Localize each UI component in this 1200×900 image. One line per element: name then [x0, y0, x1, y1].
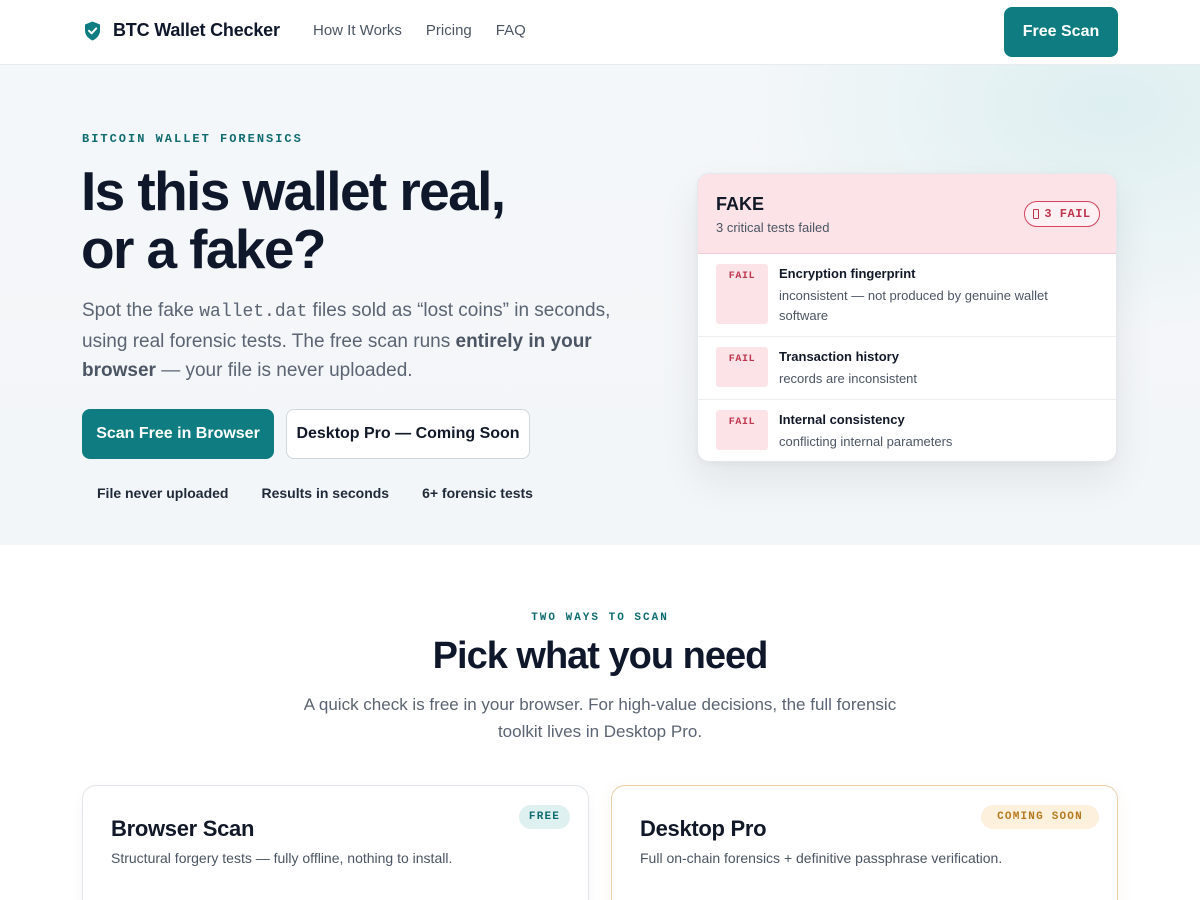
- section-title: Pick what you need: [432, 635, 769, 677]
- hero-subtitle: Spot the fake wallet.dat files sold as “…: [82, 296, 642, 385]
- plan-card-desktop-pro[interactable]: Desktop Pro Full on-chain forensics + de…: [611, 785, 1118, 900]
- feature-item: Results in seconds: [261, 485, 390, 501]
- plan-name: Desktop Pro: [640, 816, 767, 841]
- hero-eyebrow: BITCOIN WALLET FORENSICS: [82, 132, 303, 146]
- scan-result-card: FAKE 3 critical tests failed 3 FAIL FAIL…: [697, 173, 1117, 462]
- feature-list: File never uploaded Results in seconds 6…: [97, 485, 533, 501]
- free-scan-button[interactable]: Free Scan: [1004, 7, 1118, 57]
- test-row: FAIL Encryption fingerprint inconsistent…: [698, 254, 1116, 337]
- coming-soon-badge: COMING SOON: [981, 805, 1099, 829]
- test-description: inconsistent — not produced by genuine w…: [779, 288, 1048, 323]
- fail-tag: FAIL: [716, 410, 768, 450]
- section-subtitle: A quick check is free in your browser. F…: [303, 695, 897, 741]
- section-eyebrow: TWO WAYS TO SCAN: [531, 612, 669, 624]
- hero-sub-text-1: Spot the fake: [82, 300, 200, 321]
- brand-name: BTC Wallet Checker: [113, 20, 280, 40]
- test-title: Internal consistency: [779, 412, 905, 427]
- plan-name: Browser Scan: [111, 816, 255, 841]
- fail-tag: FAIL: [716, 264, 768, 324]
- feature-item: File never uploaded: [97, 485, 229, 501]
- plan-description: Full on-chain forensics + definitive pas…: [640, 850, 1003, 866]
- feature-item: 6+ forensic tests: [422, 485, 533, 501]
- desktop-pro-button[interactable]: Desktop Pro — Coming Soon: [286, 409, 530, 459]
- test-row: FAIL Internal consistency conflicting in…: [698, 400, 1116, 461]
- test-description: conflicting internal parameters: [779, 434, 953, 449]
- hero-title-line-2: or a fake?: [81, 218, 326, 280]
- verdict-label: FAKE: [716, 194, 765, 214]
- nav-link-how-it-works[interactable]: How It Works: [313, 22, 402, 39]
- hero-sub-text-3: — your file is never uploaded.: [155, 360, 413, 381]
- hero-title: Is this wallet real, or a fake?: [81, 162, 641, 278]
- top-nav: BTC Wallet Checker How It Works Pricing …: [0, 0, 1200, 65]
- wallet-dat-code: wallet.dat: [199, 302, 308, 322]
- test-title: Encryption fingerprint: [779, 266, 916, 281]
- result-header: FAKE 3 critical tests failed 3 FAIL: [698, 174, 1116, 254]
- fail-count-text: 3 FAIL: [1044, 207, 1091, 221]
- plan-description: Structural forgery tests — fully offline…: [111, 850, 453, 866]
- shield-check-icon: [85, 21, 100, 40]
- nav-link-pricing[interactable]: Pricing: [426, 22, 472, 39]
- alert-icon: [1033, 209, 1040, 219]
- brand[interactable]: BTC Wallet Checker: [84, 20, 280, 41]
- hero-title-line-1: Is this wallet real,: [81, 160, 506, 222]
- fail-tag: FAIL: [716, 347, 768, 387]
- verdict-summary: 3 critical tests failed: [716, 220, 830, 235]
- scan-free-button[interactable]: Scan Free in Browser: [82, 409, 274, 459]
- test-title: Transaction history: [779, 349, 899, 364]
- test-row: FAIL Transaction history records are inc…: [698, 337, 1116, 400]
- fail-count-badge: 3 FAIL: [1024, 201, 1100, 227]
- test-description: records are inconsistent: [779, 371, 918, 386]
- nav-link-faq[interactable]: FAQ: [496, 22, 526, 39]
- free-badge: FREE: [519, 805, 570, 829]
- plan-card-browser-scan[interactable]: Browser Scan Structural forgery tests — …: [82, 785, 589, 900]
- hero-section: BITCOIN WALLET FORENSICS Is this wallet …: [0, 65, 1200, 545]
- nav-links: How It Works Pricing FAQ: [313, 22, 526, 39]
